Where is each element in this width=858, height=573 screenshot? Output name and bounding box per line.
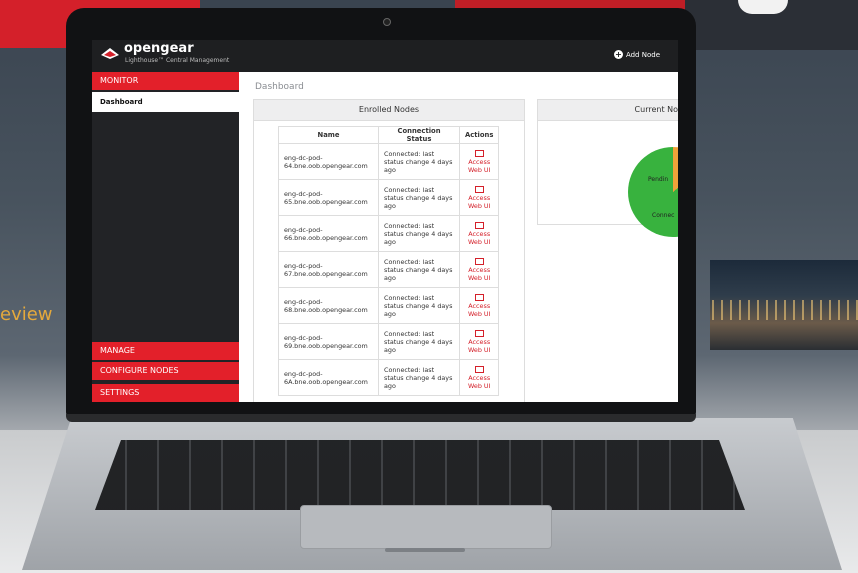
node-name: eng-dc-pod-68.bne.oob.opengear.com [278,287,379,324]
node-status: Connected: last status change 4 days ago [378,287,460,324]
current-nodes-pie-chart [628,147,678,237]
background-partial-text: eview [0,304,53,325]
brand-name: opengear [124,41,194,56]
enrolled-nodes-panel: Enrolled Nodes Name Connection Status Ac… [253,99,525,402]
access-web-ui-label: Access Web UI [467,193,491,210]
access-web-ui-link[interactable]: Access Web UI [458,359,500,396]
node-name: eng-dc-pod-67.bne.oob.opengear.com [278,251,379,288]
node-name: eng-dc-pod-66.bne.oob.opengear.com [278,215,379,252]
laptop-front-notch [385,548,465,552]
table-row: eng-dc-pod-67.bne.oob.opengear.com Conne… [278,251,500,288]
nav-manage[interactable]: MANAGE [92,342,239,360]
access-web-ui-link[interactable]: Access Web UI [458,215,500,252]
monitor-icon [474,329,484,337]
enrolled-nodes-table: Name Connection Status Actions eng-dc-po… [278,126,500,396]
access-web-ui-label: Access Web UI [467,157,491,174]
column-header-name[interactable]: Name [278,126,379,144]
access-web-ui-label: Access Web UI [467,373,491,390]
node-name: eng-dc-pod-69.bne.oob.opengear.com [278,323,379,360]
access-web-ui-link[interactable]: Access Web UI [458,251,500,288]
node-status: Connected: last status change 4 days ago [378,359,460,396]
monitor-icon [474,221,484,229]
add-node-button[interactable]: + Add Node [613,50,660,59]
node-status: Connected: last status change 4 days ago [378,215,460,252]
laptop-screen: opengear Lighthouse™ Central Management … [92,40,678,402]
current-nodes-panel: Current No Pendin Connec [537,99,678,237]
enrolled-nodes-title: Enrolled Nodes [254,100,524,121]
table-row: eng-dc-pod-66.bne.oob.opengear.com Conne… [278,215,500,252]
column-header-actions: Actions [458,126,500,144]
access-web-ui-link[interactable]: Access Web UI [458,179,500,216]
main-content: Dashboard Enrolled Nodes Name Connection… [239,72,678,402]
node-status: Connected: last status change 4 days ago [378,179,460,216]
opengear-logo-icon [101,48,119,59]
monitor-icon [474,365,484,373]
monitor-icon [474,149,484,157]
table-row: eng-dc-pod-69.bne.oob.opengear.com Conne… [278,323,500,360]
node-name: eng-dc-pod-6A.bne.oob.opengear.com [278,359,379,396]
access-web-ui-label: Access Web UI [467,229,491,246]
table-row: eng-dc-pod-6A.bne.oob.opengear.com Conne… [278,359,500,396]
node-name: eng-dc-pod-65.bne.oob.opengear.com [278,179,379,216]
background-city-lights [712,300,858,320]
laptop-keyboard [95,440,745,510]
access-web-ui-label: Access Web UI [467,301,491,318]
background-white-shape [738,0,788,14]
access-web-ui-label: Access Web UI [467,337,491,354]
node-status: Connected: last status change 4 days ago [378,251,460,288]
app-header: opengear Lighthouse™ Central Management … [92,40,678,72]
access-web-ui-link[interactable]: Access Web UI [458,287,500,324]
pie-label-connected: Connec [652,212,675,219]
add-node-label: Add Node [625,50,660,59]
column-header-status[interactable]: Connection Status [378,126,460,144]
table-row: eng-dc-pod-68.bne.oob.opengear.com Conne… [278,287,500,324]
sidebar: MONITOR Dashboard MANAGE CONFIGURE NODES… [92,72,239,402]
laptop-hinge [66,414,696,422]
page-title: Dashboard [255,82,304,92]
current-nodes-title: Current No [538,100,678,121]
node-status: Connected: last status change 4 days ago [378,143,460,180]
nav-settings[interactable]: SETTINGS [92,384,239,402]
monitor-icon [474,185,484,193]
nav-dashboard[interactable]: Dashboard [92,92,239,112]
nav-monitor[interactable]: MONITOR [92,72,239,90]
access-web-ui-link[interactable]: Access Web UI [458,323,500,360]
laptop-trackpad [300,505,552,549]
pie-label-pending: Pendin [648,176,669,183]
access-web-ui-link[interactable]: Access Web UI [458,143,500,180]
monitor-icon [474,293,484,301]
camera-icon [383,18,391,26]
access-web-ui-label: Access Web UI [467,265,491,282]
plus-icon: + [613,50,623,59]
node-name: eng-dc-pod-64.bne.oob.opengear.com [278,143,379,180]
table-row: eng-dc-pod-65.bne.oob.opengear.com Conne… [278,179,500,216]
table-row: eng-dc-pod-64.bne.oob.opengear.com Conne… [278,143,500,180]
nav-configure-nodes[interactable]: CONFIGURE NODES [92,362,239,380]
brand-tagline: Lighthouse™ Central Management [125,57,230,64]
node-status: Connected: last status change 4 days ago [378,323,460,360]
monitor-icon [474,257,484,265]
